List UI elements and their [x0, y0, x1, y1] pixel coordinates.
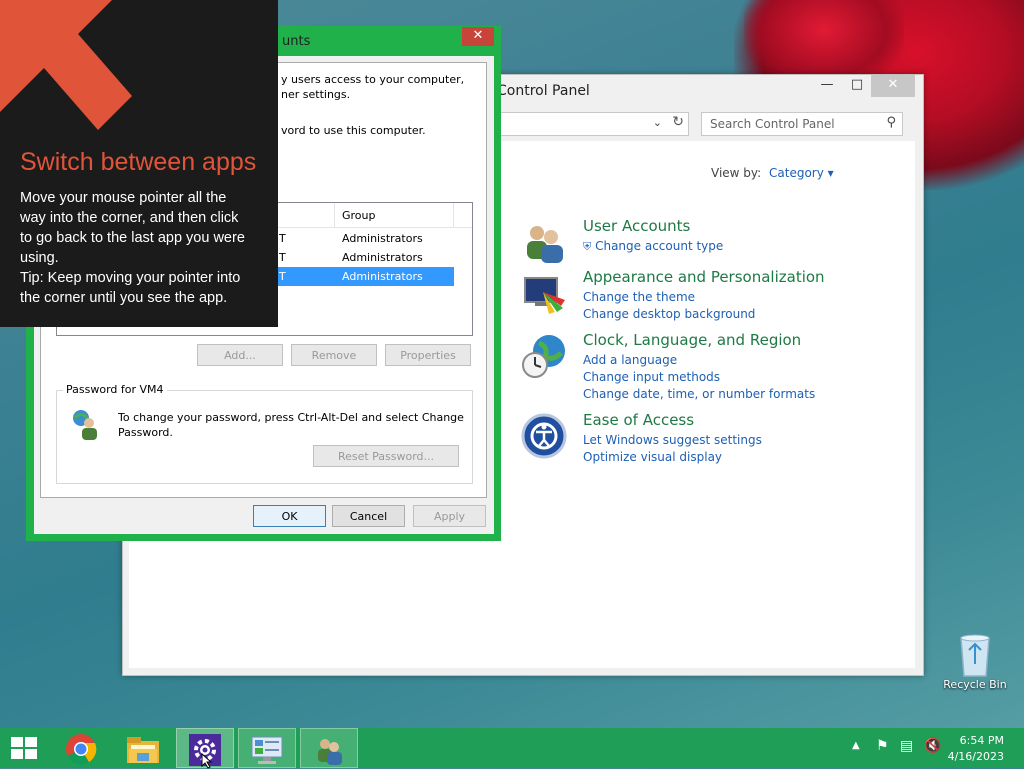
tip-line: to go back to the last app you were: [20, 230, 245, 246]
control-panel-icon[interactable]: [251, 735, 283, 765]
taskbar-settings[interactable]: [176, 728, 234, 769]
clock-date: 4/16/2023: [947, 750, 1004, 763]
system-tray: ▲ ⚑ ▤ 🔇: [850, 728, 946, 768]
tip-line: the corner until you see the app.: [20, 290, 228, 306]
category-link[interactable]: Change the theme: [583, 290, 695, 304]
cancel-button[interactable]: Cancel: [332, 505, 405, 527]
group-cell: Administrators: [342, 251, 423, 264]
category-link[interactable]: ⛨ Change account type: [583, 239, 723, 254]
user-key-icon: [73, 410, 97, 440]
user-name-cell: T: [279, 232, 286, 245]
taskbar: ▲ ⚑ ▤ 🔇 6:54 PM 4/16/2023: [0, 728, 1024, 769]
properties-button[interactable]: Properties: [385, 344, 471, 366]
taskbar-control-panel[interactable]: [238, 728, 296, 768]
refresh-icon[interactable]: ↻: [672, 114, 684, 130]
column-divider[interactable]: [453, 203, 454, 227]
category-title[interactable]: Clock, Language, and Region: [583, 331, 801, 349]
category-link[interactable]: Optimize visual display: [583, 450, 722, 464]
close-button[interactable]: ✕: [871, 75, 915, 97]
dialog-close-button[interactable]: ✕: [462, 27, 494, 46]
group-cell: Administrators: [342, 270, 423, 283]
ok-button[interactable]: OK: [253, 505, 326, 527]
taskbar-user-accounts[interactable]: [300, 728, 358, 768]
view-by-label: View by:: [711, 166, 762, 180]
recycle-bin-label: Recycle Bin: [943, 678, 1007, 691]
chevron-down-icon[interactable]: ⌄: [653, 116, 662, 129]
view-by-dropdown[interactable]: Category ▾: [769, 166, 834, 180]
category-link[interactable]: Change input methods: [583, 370, 720, 384]
mouse-pointer-icon: [201, 753, 213, 769]
taskbar-file-explorer[interactable]: [114, 728, 172, 768]
password-info-text: Password.: [118, 426, 173, 439]
clock-globe-icon[interactable]: [521, 333, 567, 379]
category-title[interactable]: Ease of Access: [583, 411, 694, 429]
column-header-group[interactable]: Group: [342, 209, 376, 222]
volume-muted-icon[interactable]: 🔇: [924, 738, 941, 754]
arrow-up-left-icon: [0, 0, 132, 130]
action-center-flag-icon[interactable]: ⚑: [876, 738, 889, 754]
tip-title: Switch between apps: [20, 148, 257, 176]
user-name-cell: T: [279, 251, 286, 264]
tip-body: Move your mouse pointer all the way into…: [20, 188, 270, 308]
tip-line: way into the corner, and then click: [20, 210, 239, 226]
chrome-icon[interactable]: [65, 733, 97, 765]
clock-time: 6:54 PM: [959, 734, 1004, 747]
start-icon[interactable]: [11, 737, 37, 759]
caret-down-icon: ▾: [827, 166, 834, 180]
apply-button[interactable]: Apply: [413, 505, 486, 527]
category-link[interactable]: Change desktop background: [583, 307, 755, 321]
category-title[interactable]: User Accounts: [583, 217, 690, 235]
search-placeholder: Search Control Panel: [710, 117, 835, 131]
uac-shield-icon: ⛨: [583, 240, 592, 253]
network-icon[interactable]: ▤: [900, 738, 913, 754]
reset-password-button[interactable]: Reset Password...: [313, 445, 459, 467]
password-group-label: Password for VM4: [63, 383, 167, 396]
file-explorer-icon[interactable]: [127, 735, 159, 763]
dialog-title: unts: [282, 34, 311, 49]
control-panel-title: Control Panel: [497, 83, 590, 99]
recycle-bin[interactable]: Recycle Bin: [940, 630, 1010, 691]
group-cell: Administrators: [342, 232, 423, 245]
intro-text: ner settings.: [281, 88, 351, 101]
search-icon[interactable]: ⚲: [886, 115, 896, 130]
switch-apps-tip: Switch between apps Move your mouse poin…: [0, 0, 278, 327]
tip-line: Move your mouse pointer all the: [20, 190, 227, 206]
category-link[interactable]: Change date, time, or number formats: [583, 387, 815, 401]
taskbar-clock[interactable]: 6:54 PM 4/16/2023: [948, 733, 1004, 765]
show-hidden-icons-icon[interactable]: ▲: [852, 740, 860, 751]
require-password-checkbox-label[interactable]: vord to use this computer.: [281, 124, 426, 137]
recycle-bin-icon[interactable]: [955, 630, 995, 678]
remove-button[interactable]: Remove: [291, 344, 377, 366]
password-group: Password for VM4 To change your password…: [56, 383, 473, 484]
user-name-cell: T: [279, 270, 286, 283]
maximize-button[interactable]: □: [843, 75, 871, 97]
add-button[interactable]: Add...: [197, 344, 283, 366]
ease-of-access-icon[interactable]: [521, 413, 567, 459]
tip-line: Tip: Keep moving your pointer into: [20, 270, 241, 286]
minimize-button[interactable]: —: [813, 75, 841, 97]
user-accounts-icon[interactable]: [313, 734, 345, 766]
password-info-text: To change your password, press Ctrl-Alt-…: [118, 411, 464, 424]
category-link[interactable]: Add a language: [583, 353, 677, 367]
tip-line: using.: [20, 250, 59, 266]
search-input[interactable]: Search Control Panel ⚲: [701, 112, 903, 136]
category-title[interactable]: Appearance and Personalization: [583, 268, 825, 286]
appearance-icon[interactable]: [521, 270, 567, 316]
start-button[interactable]: [0, 728, 48, 768]
intro-text: y users access to your computer,: [281, 73, 465, 86]
category-link[interactable]: Let Windows suggest settings: [583, 433, 762, 447]
column-divider[interactable]: [334, 203, 335, 227]
view-by-value: Category: [769, 166, 824, 180]
user-accounts-icon[interactable]: [521, 219, 567, 265]
taskbar-chrome[interactable]: [52, 728, 110, 768]
